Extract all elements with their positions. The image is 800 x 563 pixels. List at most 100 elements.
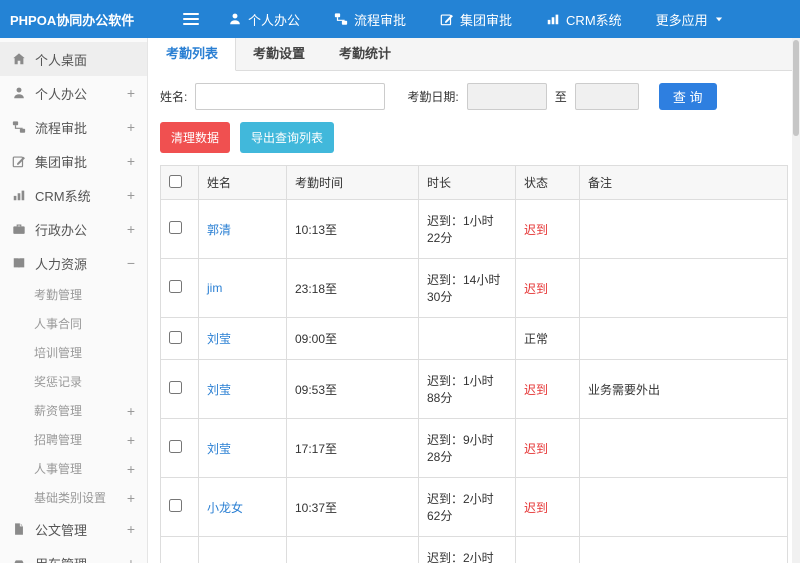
nav-item-group-approval[interactable]: 集团审批: [440, 10, 512, 29]
select-all-checkbox[interactable]: [169, 174, 182, 188]
expand-icon[interactable]: +: [127, 86, 135, 100]
user-icon: [228, 12, 242, 26]
sidebar-item-label: 个人办公: [35, 86, 88, 102]
date-filter-label: 考勤日期:: [407, 90, 459, 104]
main-content: 考勤列表 考勤设置 考勤统计 姓名: 考勤日期: 至 查 询 清理数据 导出查询…: [148, 38, 800, 563]
row-checkbox[interactable]: [169, 499, 182, 512]
remark: 业务需要外出: [579, 359, 788, 419]
table-row: 刘莹 09:53至 迟到：1小时88分 迟到 业务需要外出: [160, 359, 788, 419]
sidebar-item-desktop[interactable]: 个人桌面: [0, 42, 147, 76]
attendance-time: 09:53至: [286, 359, 419, 419]
expand-icon[interactable]: +: [127, 120, 135, 134]
hamburger-icon: [183, 13, 199, 15]
topbar: PHPOA协同办公软件 个人办公 流程审批 集团审批 CRM系统 更多应用: [0, 0, 800, 38]
nav-item-label: CRM系统: [566, 12, 622, 28]
sidebar-item-admin-office[interactable]: 行政办公 +: [0, 212, 147, 246]
sidebar-subitem-label: 培训管理: [34, 346, 83, 360]
tab-attendance-list[interactable]: 考勤列表: [148, 38, 237, 71]
sidebar-item-label: CRM系统: [35, 188, 91, 204]
clear-data-button[interactable]: 清理数据: [160, 122, 231, 153]
sidebar-subitem-hr-contract[interactable]: 人事合同: [0, 309, 147, 338]
sidebar-item-label: 流程审批: [35, 120, 88, 136]
row-checkbox[interactable]: [169, 221, 182, 234]
status-badge: 迟到: [515, 359, 580, 419]
sidebar-subitem-training-mgmt[interactable]: 培训管理: [0, 338, 147, 367]
attendance-time: 10:37至: [286, 477, 419, 537]
employee-name-link[interactable]: 郭清: [198, 199, 287, 259]
status-badge: 正常: [515, 317, 580, 360]
sidebar-subitem-label: 招聘管理: [34, 433, 83, 447]
sidebar-item-document-mgmt[interactable]: 公文管理 +: [0, 512, 147, 546]
sidebar-item-workflow-approval[interactable]: 流程审批 +: [0, 110, 147, 144]
app-brand: PHPOA协同办公软件: [10, 12, 135, 28]
duration: 迟到：1小时22分: [418, 199, 516, 259]
sidebar-subitem-recruitment-mgmt[interactable]: 招聘管理 +: [0, 425, 147, 454]
date-to-input[interactable]: [574, 83, 639, 110]
employee-name-link[interactable]: 刘莹: [198, 418, 287, 478]
expand-icon[interactable]: +: [127, 404, 135, 418]
remark: 1111: [579, 536, 788, 563]
sidebar-item-vehicle-mgmt[interactable]: 用车管理 +: [0, 546, 147, 563]
book-icon: [12, 256, 26, 270]
expand-icon[interactable]: +: [127, 222, 135, 236]
expand-icon[interactable]: +: [127, 462, 135, 476]
expand-icon[interactable]: +: [127, 522, 135, 536]
tab-attendance-stats[interactable]: 考勤统计: [322, 38, 408, 70]
expand-icon[interactable]: +: [127, 491, 135, 505]
nav-item-personal-office[interactable]: 个人办公: [228, 10, 300, 29]
col-header-remark: 备注: [579, 165, 788, 200]
name-filter-input[interactable]: [195, 83, 386, 110]
expand-icon[interactable]: +: [127, 556, 135, 563]
table-row: 刘莹 09:00至 正常: [160, 317, 788, 360]
expand-icon[interactable]: +: [127, 188, 135, 202]
attendance-table: 姓名 考勤时间 时长 状态 备注 郭清 10:13至 迟到：1小时22分 迟到: [160, 165, 788, 563]
sidebar-subitem-reward-punishment[interactable]: 奖惩记录: [0, 367, 147, 396]
table-row: 郭清 10:13至 迟到：1小时22分 迟到: [160, 199, 788, 259]
employee-name-link[interactable]: 刘莹: [198, 359, 287, 419]
query-button[interactable]: 查 询: [658, 83, 717, 110]
tab-attendance-settings[interactable]: 考勤设置: [236, 38, 322, 70]
sidebar-item-personal-office[interactable]: 个人办公 +: [0, 76, 147, 110]
row-checkbox[interactable]: [169, 440, 182, 453]
row-checkbox[interactable]: [169, 330, 182, 344]
attendance-table-wrap: 姓名 考勤时间 时长 状态 备注 郭清 10:13至 迟到：1小时22分 迟到: [160, 165, 788, 563]
sidebar-item-crm[interactable]: CRM系统 +: [0, 178, 147, 212]
nav-item-crm[interactable]: CRM系统: [546, 10, 622, 29]
sidebar-item-label: 个人桌面: [35, 52, 88, 68]
sidebar-subitem-label: 基础类别设置: [34, 491, 107, 505]
date-from-input[interactable]: [466, 83, 547, 110]
sidebar-item-hr[interactable]: 人力资源 −: [0, 246, 147, 280]
sidebar-subitem-personnel-mgmt[interactable]: 人事管理 +: [0, 454, 147, 483]
sidebar-subitem-base-category-settings[interactable]: 基础类别设置 +: [0, 483, 147, 512]
sidebar-item-group-approval[interactable]: 集团审批 +: [0, 144, 147, 178]
sidebar-item-label: 集团审批: [35, 154, 88, 170]
edit-icon: [440, 12, 454, 26]
duration: 迟到：1小时88分: [418, 359, 516, 419]
expand-icon[interactable]: +: [127, 433, 135, 447]
status-badge: 迟到: [515, 418, 580, 478]
employee-name-link[interactable]: 管理员: [198, 536, 287, 563]
expand-icon[interactable]: +: [127, 154, 135, 168]
collapse-icon[interactable]: −: [127, 256, 135, 270]
row-checkbox[interactable]: [169, 280, 182, 293]
sidebar-subitem-salary-mgmt[interactable]: 薪资管理 +: [0, 396, 147, 425]
sidebar-subitem-label: 薪资管理: [34, 404, 83, 418]
menu-toggle-button[interactable]: [172, 13, 210, 25]
sidebar-subitem-label: 考勤管理: [34, 288, 83, 302]
nav-item-label: 流程审批: [354, 12, 407, 28]
export-list-button[interactable]: 导出查询列表: [240, 122, 335, 153]
attendance-time: 23:18至: [286, 258, 419, 318]
briefcase-icon: [12, 222, 26, 236]
vertical-scrollbar[interactable]: [792, 38, 800, 563]
sidebar-subitem-label: 奖惩记录: [34, 375, 83, 389]
employee-name-link[interactable]: 小龙女: [198, 477, 287, 537]
nav-item-workflow-approval[interactable]: 流程审批: [334, 10, 406, 29]
nav-item-more-apps[interactable]: 更多应用: [656, 10, 724, 29]
nav-item-label: 更多应用: [655, 12, 708, 28]
employee-name-link[interactable]: 刘莹: [198, 317, 287, 360]
attendance-time: 09:00至: [286, 317, 419, 360]
employee-name-link[interactable]: jim: [198, 258, 287, 318]
scrollbar-thumb[interactable]: [793, 40, 799, 136]
sidebar-subitem-attendance-mgmt[interactable]: 考勤管理: [0, 280, 147, 309]
row-checkbox[interactable]: [169, 381, 182, 394]
